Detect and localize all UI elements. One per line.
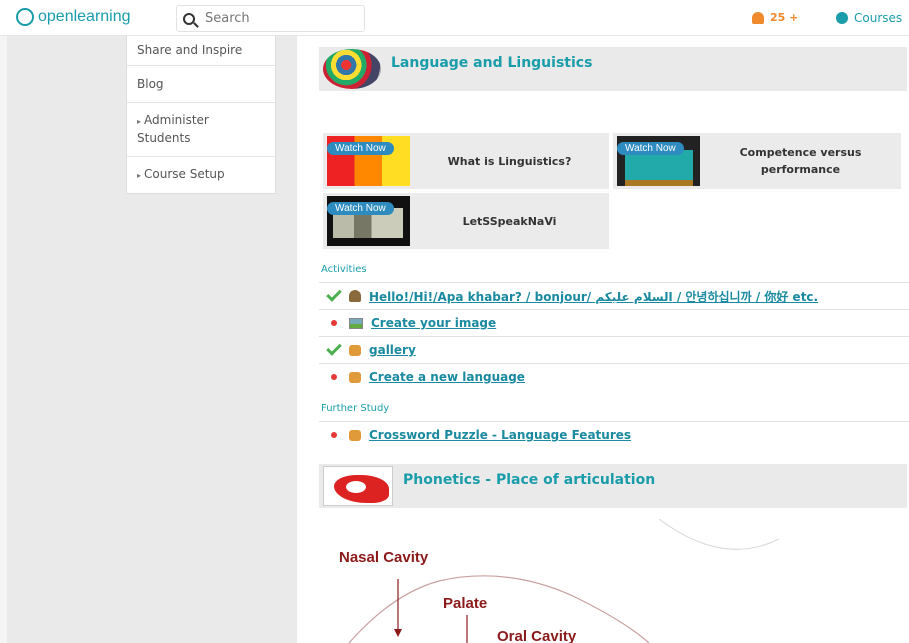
- main-content: Language and Linguistics Watch Now What …: [297, 36, 909, 643]
- activity-row[interactable]: Crossword Puzzle - Language Features: [319, 421, 909, 448]
- check-icon: [326, 340, 342, 356]
- top-navbar: openlearning 25 + Courses: [0, 0, 909, 36]
- video-card-what-is-linguistics[interactable]: Watch Now What is Linguistics?: [323, 133, 609, 189]
- activity-row[interactable]: Create your image: [319, 309, 909, 336]
- articulation-diagram-drawing: [348, 519, 780, 643]
- person-icon: [349, 290, 361, 302]
- incomplete-dot-icon: [331, 432, 337, 438]
- further-study-label: Further Study: [321, 403, 390, 414]
- sidebar-item-label: Administer Students: [137, 113, 209, 145]
- image-icon: [349, 317, 363, 329]
- puzzle-icon: [349, 371, 361, 383]
- palate-label: Palate: [443, 595, 488, 612]
- mouth-diagram-thumbnail: [323, 466, 393, 506]
- globe-icon: [836, 12, 848, 24]
- activities-label: Activities: [321, 264, 367, 275]
- sidebar-menu: Share and Inspire Blog ▸ Administer Stude…: [126, 36, 276, 194]
- notification-count: 25 +: [770, 11, 799, 24]
- nasal-cavity-label: Nasal Cavity: [339, 549, 429, 566]
- notifications-button[interactable]: 25 +: [752, 11, 798, 24]
- check-icon: [326, 286, 342, 302]
- activity-link[interactable]: gallery: [369, 343, 416, 357]
- video-thumbnail[interactable]: Watch Now: [617, 136, 700, 186]
- logo-ring-icon: [16, 8, 34, 26]
- logo-text: openlearning: [38, 8, 131, 25]
- puzzle-icon: [349, 429, 361, 441]
- sidebar-item-course-setup[interactable]: ▸ Course Setup: [127, 156, 275, 193]
- sidebar-item-share-and-inspire[interactable]: Share and Inspire: [127, 36, 275, 65]
- flags-globe-image: [323, 49, 381, 89]
- watch-now-button[interactable]: Watch Now: [327, 202, 394, 215]
- video-title[interactable]: LetSSpeakNaVi: [410, 213, 609, 230]
- section-header-phonetics: Phonetics - Place of articulation: [319, 464, 907, 508]
- activity-row[interactable]: Hello!/Hi!/Apa khabar? / bonjour/ السلام…: [319, 282, 909, 309]
- incomplete-dot-icon: [331, 374, 337, 380]
- activity-link[interactable]: Crossword Puzzle - Language Features: [369, 428, 631, 442]
- oral-cavity-label: Oral Cavity: [497, 628, 577, 643]
- sidebar-item-label: Course Setup: [144, 167, 225, 181]
- search-box[interactable]: [176, 5, 365, 32]
- sidebar-item-label: Blog: [137, 77, 164, 91]
- video-title[interactable]: Competence versus performance: [700, 144, 901, 178]
- activity-row[interactable]: gallery: [319, 336, 909, 363]
- caret-right-icon: ▸: [137, 171, 142, 180]
- sidebar-item-blog[interactable]: Blog: [127, 65, 275, 102]
- video-thumbnail[interactable]: Watch Now: [327, 196, 410, 246]
- video-card-letsspeaknavi[interactable]: Watch Now LetSSpeakNaVi: [323, 193, 609, 249]
- video-title[interactable]: What is Linguistics?: [410, 153, 609, 170]
- search-input[interactable]: [205, 11, 355, 26]
- sidebar-item-administer-students[interactable]: ▸ Administer Students: [127, 102, 275, 156]
- activity-link[interactable]: Create a new language: [369, 370, 525, 384]
- caret-right-icon: ▸: [137, 117, 142, 126]
- incomplete-dot-icon: [331, 320, 337, 326]
- puzzle-icon: [349, 344, 361, 356]
- sidebar-item-label: Share and Inspire: [137, 43, 243, 57]
- video-card-competence[interactable]: Watch Now Competence versus performance: [613, 133, 901, 189]
- watch-now-button[interactable]: Watch Now: [327, 142, 394, 155]
- watch-now-button[interactable]: Watch Now: [617, 142, 684, 155]
- search-icon: [183, 12, 195, 25]
- bell-icon: [752, 11, 764, 24]
- activity-link[interactable]: Hello!/Hi!/Apa khabar? / bonjour/ السلام…: [369, 288, 818, 305]
- courses-button[interactable]: Courses: [836, 11, 902, 25]
- openlearning-logo[interactable]: openlearning: [16, 8, 131, 26]
- section-title[interactable]: Language and Linguistics: [391, 55, 592, 71]
- courses-label: Courses: [854, 11, 903, 25]
- video-thumbnail[interactable]: Watch Now: [327, 136, 410, 186]
- section-title[interactable]: Phonetics - Place of articulation: [403, 472, 655, 488]
- activity-row[interactable]: Create a new language: [319, 363, 909, 390]
- activity-link[interactable]: Create your image: [371, 316, 496, 330]
- section-header-language: Language and Linguistics: [319, 47, 907, 91]
- articulation-diagram: Nasal Cavity Palate Oral Cavity: [319, 519, 797, 643]
